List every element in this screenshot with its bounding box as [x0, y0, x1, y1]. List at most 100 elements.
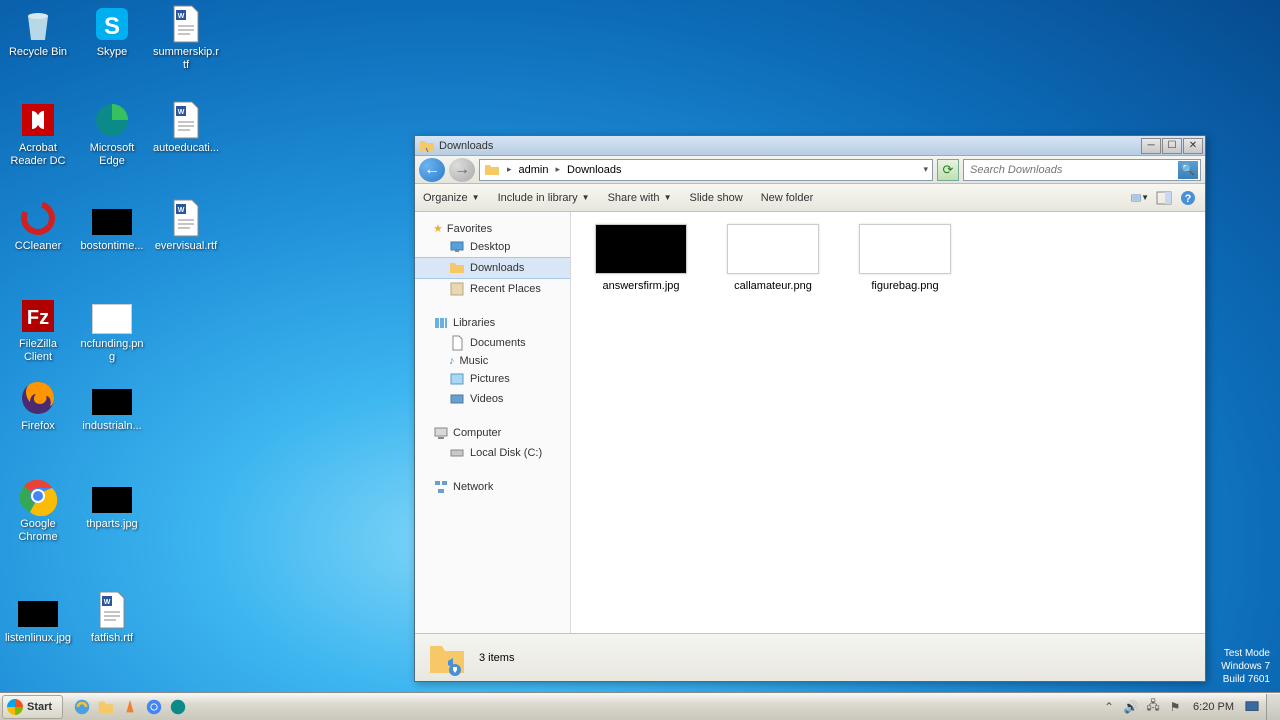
chrome-icon[interactable] — [143, 696, 165, 718]
slideshow-button[interactable]: Slide show — [689, 192, 742, 204]
desktop-icon[interactable]: Wsummerskip.rtf — [150, 4, 222, 72]
nav-recent[interactable]: Recent Places — [415, 279, 570, 299]
watermark: Test Mode Windows 7 Build 7601 — [1221, 647, 1270, 686]
quick-launch — [65, 696, 195, 718]
desktop-icon — [449, 239, 465, 255]
nav-row: ← → ▸ admin ▸ Downloads ▾ ⟳ 🔍 — [415, 156, 1205, 184]
explorer-icon[interactable] — [95, 696, 117, 718]
icon-image — [18, 378, 58, 418]
icon-label: listenlinux.jpg — [2, 632, 74, 645]
status-text: 3 items — [479, 652, 514, 664]
preview-pane-button[interactable] — [1155, 189, 1173, 207]
new-folder-button[interactable]: New folder — [761, 192, 814, 204]
share-with-button[interactable]: Share with ▼ — [608, 192, 672, 204]
nav-downloads[interactable]: Downloads — [415, 257, 570, 279]
music-icon: ♪ — [449, 355, 455, 367]
desktop-icon[interactable]: Wevervisual.rtf — [150, 198, 222, 253]
desktop-icon[interactable]: ncfunding.png — [76, 296, 148, 364]
volume-icon[interactable]: 🔊 — [1123, 699, 1139, 715]
ie-icon[interactable] — [71, 696, 93, 718]
start-button[interactable]: Start — [2, 695, 63, 719]
folder-icon — [427, 638, 467, 678]
vlc-icon[interactable] — [119, 696, 141, 718]
file-name: figurebag.png — [851, 280, 959, 292]
svg-text:?: ? — [1185, 193, 1192, 205]
address-bar[interactable]: ▸ admin ▸ Downloads ▾ — [479, 159, 933, 181]
network-tray-icon[interactable]: 🖧 — [1145, 699, 1161, 715]
status-bar: 3 items — [415, 633, 1205, 681]
show-desktop-button[interactable] — [1266, 694, 1280, 720]
include-library-button[interactable]: Include in library ▼ — [498, 192, 590, 204]
folder-icon — [449, 260, 465, 276]
file-item[interactable]: answersfirm.jpg — [587, 224, 695, 292]
taskbar: Start ⌃ 🔊 🖧 ⚑ 6:20 PM — [0, 692, 1280, 720]
libraries-header[interactable]: Libraries — [415, 313, 570, 333]
flag-icon[interactable]: ⚑ — [1167, 699, 1183, 715]
computer-header[interactable]: Computer — [415, 423, 570, 443]
desktop-icon[interactable]: FzFileZilla Client — [2, 296, 74, 364]
search-box[interactable]: 🔍 — [963, 159, 1201, 181]
icon-label: FileZilla Client — [2, 338, 74, 364]
desktop-icon[interactable]: CCleaner — [2, 198, 74, 253]
network-icon — [433, 479, 449, 495]
file-thumbnail — [727, 224, 819, 274]
nav-pictures[interactable]: Pictures — [415, 369, 570, 389]
search-button[interactable]: 🔍 — [1178, 161, 1198, 179]
icon-image — [92, 476, 132, 516]
desktop-icon[interactable]: Wautoeducati... — [150, 100, 222, 155]
desktop-icon[interactable]: Acrobat Reader DC — [2, 100, 74, 168]
desktop-icon[interactable]: Wfatfish.rtf — [76, 590, 148, 645]
system-tray: ⌃ 🔊 🖧 ⚑ 6:20 PM — [1095, 699, 1266, 715]
titlebar[interactable]: Downloads ─ ☐ ✕ — [415, 136, 1205, 156]
maximize-button[interactable]: ☐ — [1162, 138, 1182, 154]
desktop-icon[interactable]: listenlinux.jpg — [2, 590, 74, 645]
monitor-icon[interactable] — [1244, 699, 1260, 715]
desktop-icon[interactable]: bostontime... — [76, 198, 148, 253]
close-button[interactable]: ✕ — [1183, 138, 1203, 154]
breadcrumb-part[interactable]: admin — [519, 164, 549, 176]
desktop-icon[interactable]: Firefox — [2, 378, 74, 433]
disk-icon — [449, 445, 465, 461]
icon-image: Fz — [18, 296, 58, 336]
edge-icon[interactable] — [167, 696, 189, 718]
desktop-icon[interactable]: Microsoft Edge — [76, 100, 148, 168]
window-body: ★ Favorites Desktop Downloads Recent Pla… — [415, 212, 1205, 633]
icon-image — [92, 378, 132, 418]
file-list[interactable]: answersfirm.jpg callamateur.png figurebag.… — [571, 212, 1205, 633]
libraries-icon — [433, 315, 449, 331]
icon-label: autoeducati... — [150, 142, 222, 155]
view-mode-button[interactable]: ▼ — [1131, 189, 1149, 207]
icon-label: Acrobat Reader DC — [2, 142, 74, 168]
icon-image — [18, 4, 58, 44]
forward-button[interactable]: → — [449, 158, 475, 182]
icon-image — [18, 590, 58, 630]
nav-desktop[interactable]: Desktop — [415, 237, 570, 257]
refresh-button[interactable]: ⟳ — [937, 159, 959, 181]
network-header[interactable]: Network — [415, 477, 570, 497]
desktop-icon[interactable]: Google Chrome — [2, 476, 74, 544]
nav-music[interactable]: ♪ Music — [415, 353, 570, 369]
nav-localdisk[interactable]: Local Disk (C:) — [415, 443, 570, 463]
organize-button[interactable]: Organize ▼ — [423, 192, 480, 204]
nav-videos[interactable]: Videos — [415, 389, 570, 409]
breadcrumb-part[interactable]: Downloads — [567, 164, 621, 176]
chevron-down-icon[interactable]: ▾ — [923, 164, 928, 175]
search-input[interactable] — [970, 164, 1178, 176]
back-button[interactable]: ← — [419, 158, 445, 182]
svg-text:W: W — [104, 599, 111, 606]
file-item[interactable]: figurebag.png — [851, 224, 959, 292]
desktop-icon[interactable]: industrialn... — [76, 378, 148, 433]
clock[interactable]: 6:20 PM — [1189, 701, 1238, 713]
tray-expand-icon[interactable]: ⌃ — [1101, 699, 1117, 715]
favorites-header[interactable]: ★ Favorites — [415, 220, 570, 237]
videos-icon — [449, 391, 465, 407]
help-button[interactable]: ? — [1179, 189, 1197, 207]
document-icon — [449, 335, 465, 351]
icon-label: Google Chrome — [2, 518, 74, 544]
nav-documents[interactable]: Documents — [415, 333, 570, 353]
file-item[interactable]: callamateur.png — [719, 224, 827, 292]
desktop-icon[interactable]: SSkype — [76, 4, 148, 59]
desktop-icon[interactable]: Recycle Bin — [2, 4, 74, 59]
minimize-button[interactable]: ─ — [1141, 138, 1161, 154]
desktop-icon[interactable]: thparts.jpg — [76, 476, 148, 531]
